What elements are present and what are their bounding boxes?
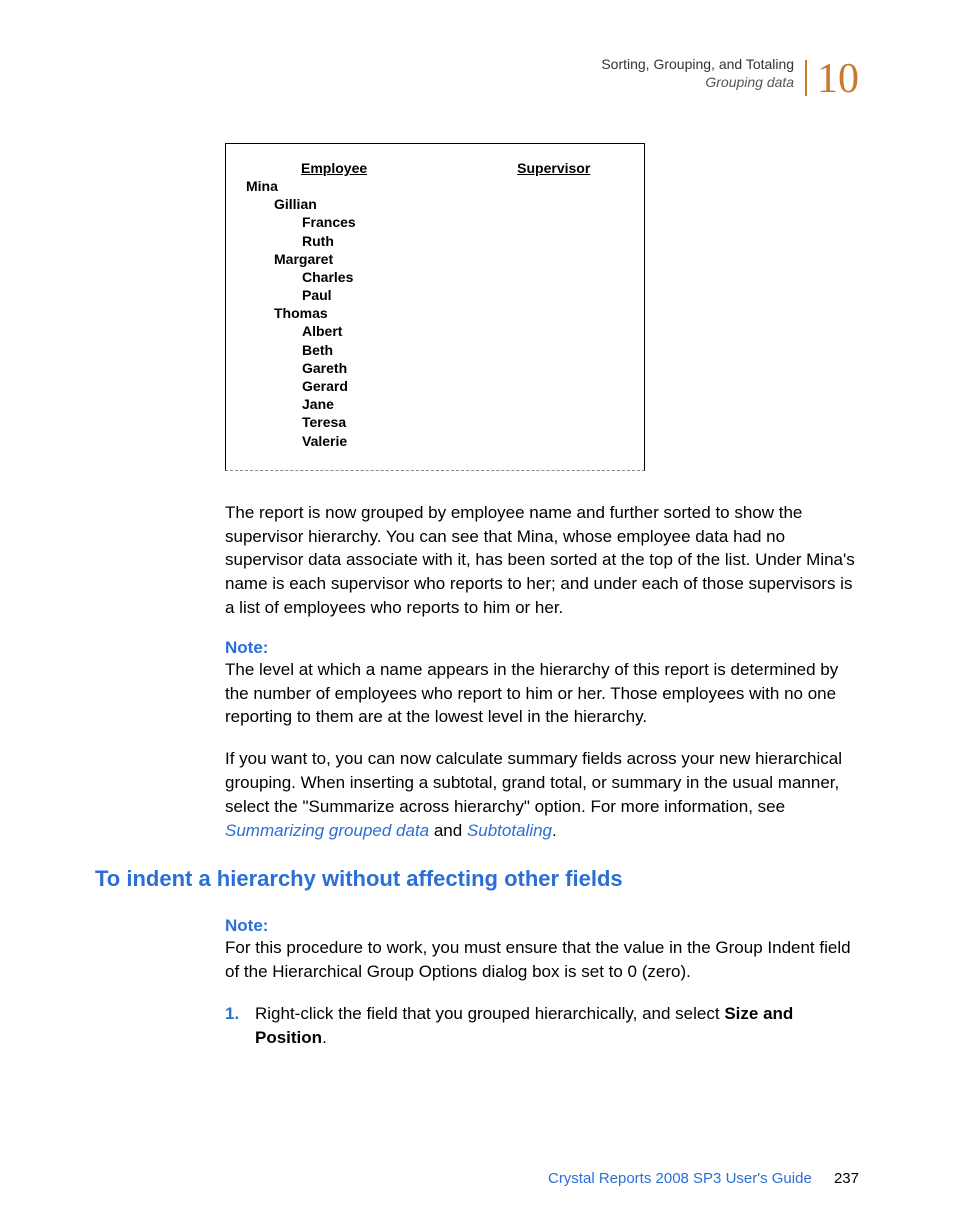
hierarchy-row: Mina bbox=[246, 177, 624, 195]
hierarchy-row: Ruth bbox=[302, 232, 624, 250]
text-segment: If you want to, you can now calculate su… bbox=[225, 749, 842, 816]
body-paragraph: If you want to, you can now calculate su… bbox=[225, 747, 859, 842]
page-header: Sorting, Grouping, and Totaling Grouping… bbox=[95, 55, 859, 93]
hierarchy-row: Frances bbox=[302, 213, 624, 231]
numbered-list: 1. Right-click the field that you groupe… bbox=[225, 1002, 859, 1050]
hierarchy-row: Gillian bbox=[274, 195, 624, 213]
note-label: Note: bbox=[225, 638, 859, 658]
body-paragraph: For this procedure to work, you must ens… bbox=[225, 936, 859, 984]
section-heading: To indent a hierarchy without affecting … bbox=[95, 866, 859, 892]
hierarchy-row: Valerie bbox=[302, 432, 624, 450]
hierarchy-row: Paul bbox=[302, 286, 624, 304]
breadcrumb-line2: Grouping data bbox=[705, 74, 794, 90]
link-subtotaling[interactable]: Subtotaling bbox=[467, 821, 552, 840]
body-paragraph: The report is now grouped by employee na… bbox=[225, 501, 859, 620]
hierarchy-row: Gerard bbox=[302, 377, 624, 395]
hierarchy-row: Teresa bbox=[302, 413, 624, 431]
note-label: Note: bbox=[225, 916, 859, 936]
col-header-employee: Employee bbox=[301, 159, 367, 177]
text-segment: Right-click the field that you grouped h… bbox=[255, 1004, 724, 1023]
body-paragraph: The level at which a name appears in the… bbox=[225, 658, 859, 729]
hierarchy-row: Jane bbox=[302, 395, 624, 413]
report-preview-box: Employee Supervisor Mina Gillian Frances… bbox=[225, 143, 645, 471]
text-segment: . bbox=[322, 1028, 327, 1047]
chapter-number: 10 bbox=[817, 61, 859, 99]
hierarchy-row: Gareth bbox=[302, 359, 624, 377]
hierarchy-row: Margaret bbox=[274, 250, 624, 268]
breadcrumb-line1: Sorting, Grouping, and Totaling bbox=[601, 56, 794, 72]
text-segment: and bbox=[429, 821, 467, 840]
col-header-supervisor: Supervisor bbox=[517, 159, 590, 177]
link-summarizing[interactable]: Summarizing grouped data bbox=[225, 821, 429, 840]
hierarchy-row: Albert bbox=[302, 322, 624, 340]
hierarchy-row: Charles bbox=[302, 268, 624, 286]
footer-title: Crystal Reports 2008 SP3 User's Guide bbox=[548, 1170, 812, 1187]
step-text: Right-click the field that you grouped h… bbox=[255, 1002, 859, 1050]
list-item: 1. Right-click the field that you groupe… bbox=[225, 1002, 859, 1050]
text-segment: . bbox=[552, 821, 557, 840]
step-number: 1. bbox=[225, 1002, 245, 1050]
hierarchy-row: Thomas bbox=[274, 304, 624, 322]
header-divider bbox=[805, 60, 807, 96]
hierarchy-row: Beth bbox=[302, 341, 624, 359]
page-number: 237 bbox=[834, 1170, 859, 1187]
page-footer: Crystal Reports 2008 SP3 User's Guide 23… bbox=[548, 1170, 859, 1187]
